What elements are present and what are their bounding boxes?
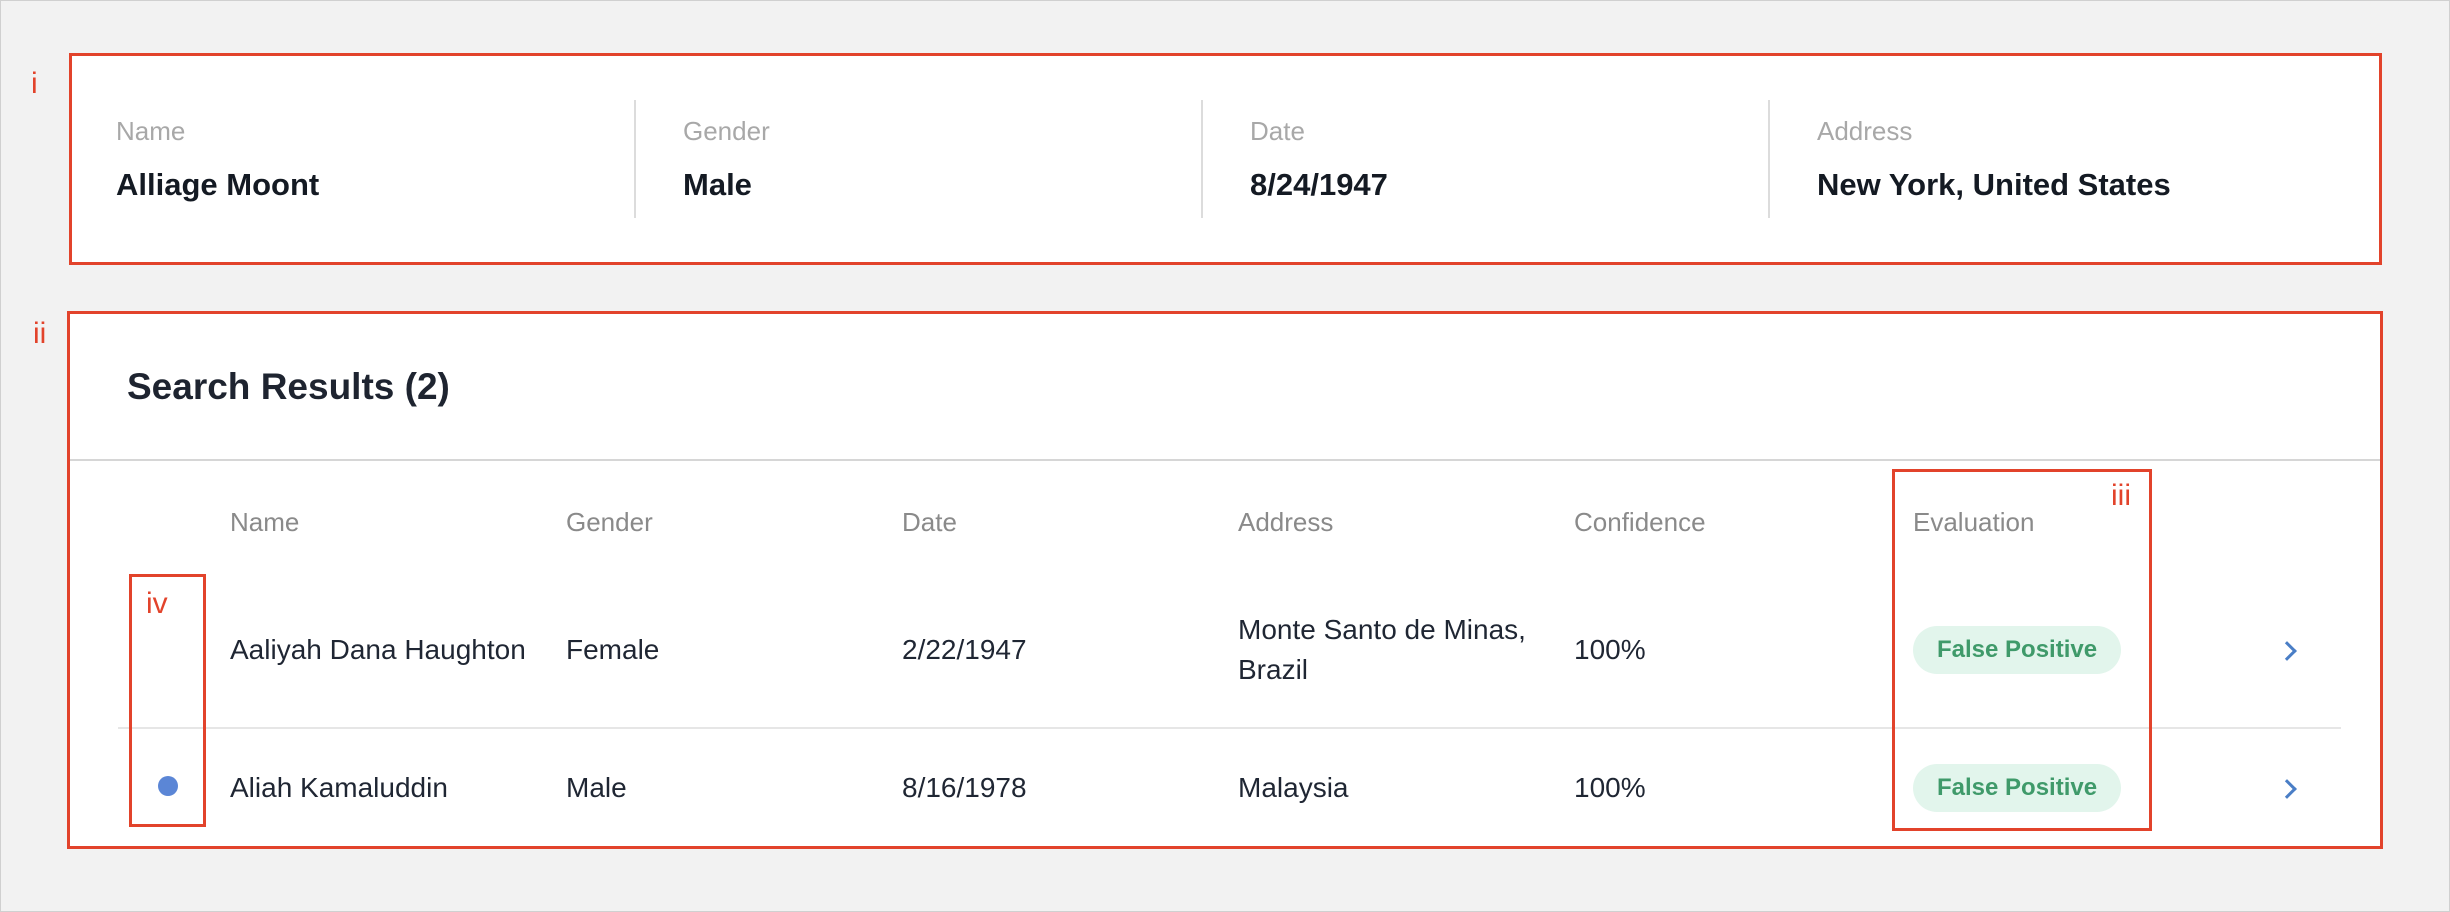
row-1-name[interactable]: Aaliyah Dana Haughton — [230, 630, 526, 670]
annotation-label-ii: ii — [33, 317, 47, 350]
row-2-confidence: 100% — [1574, 772, 1646, 803]
row-2-gender: Male — [566, 772, 627, 803]
row-2-chevron-right-icon[interactable] — [2277, 779, 2297, 799]
subject-date-value: 8/24/1947 — [1250, 166, 1388, 202]
subject-address-value: New York, United States — [1817, 166, 2171, 202]
row-1-gender: Female — [566, 634, 660, 665]
row-2-address: Malaysia — [1238, 772, 1349, 803]
subject-date-field: Date 8/24/1947 — [1201, 100, 1768, 218]
row-2-name[interactable]: Aliah Kamaluddin — [230, 768, 448, 808]
annotation-box-evaluation — [1892, 469, 2152, 831]
annotation-label-i: i — [31, 67, 38, 100]
subject-info-panel: Name Alliage Moont Gender Male Date 8/24… — [69, 53, 2382, 265]
row-1-date: 2/22/1947 — [902, 634, 1027, 665]
row-1-chevron-right-icon[interactable] — [2277, 641, 2297, 661]
column-header-gender: Gender — [566, 507, 653, 537]
subject-gender-field: Gender Male — [634, 100, 1201, 218]
row-2-date: 8/16/1978 — [902, 772, 1027, 803]
column-header-name: Name — [230, 507, 300, 537]
subject-name-label: Name — [116, 115, 186, 146]
subject-gender-label: Gender — [683, 115, 770, 146]
subject-date-label: Date — [1250, 115, 1305, 146]
column-header-date: Date — [902, 507, 957, 537]
subject-address-field: Address New York, United States — [1768, 100, 2335, 218]
row-1-address-line1: Monte Santo de Minas, — [1238, 614, 1526, 645]
column-header-confidence: Confidence — [1574, 507, 1706, 537]
subject-address-label: Address — [1817, 115, 1913, 146]
subject-name-field: Name Alliage Moont — [116, 100, 634, 218]
annotation-label-iv: iv — [146, 587, 168, 620]
subject-gender-value: Male — [683, 166, 752, 202]
subject-name-value: Alliage Moont — [116, 166, 320, 202]
row-1-address-line2: Brazil — [1238, 654, 1309, 685]
annotation-label-iii: iii — [2111, 479, 2131, 512]
row-1-confidence: 100% — [1574, 634, 1646, 665]
column-header-address: Address — [1238, 507, 1334, 537]
search-results-header: Search Results (2) — [70, 314, 2380, 461]
search-results-title: Search Results (2) — [127, 365, 450, 407]
